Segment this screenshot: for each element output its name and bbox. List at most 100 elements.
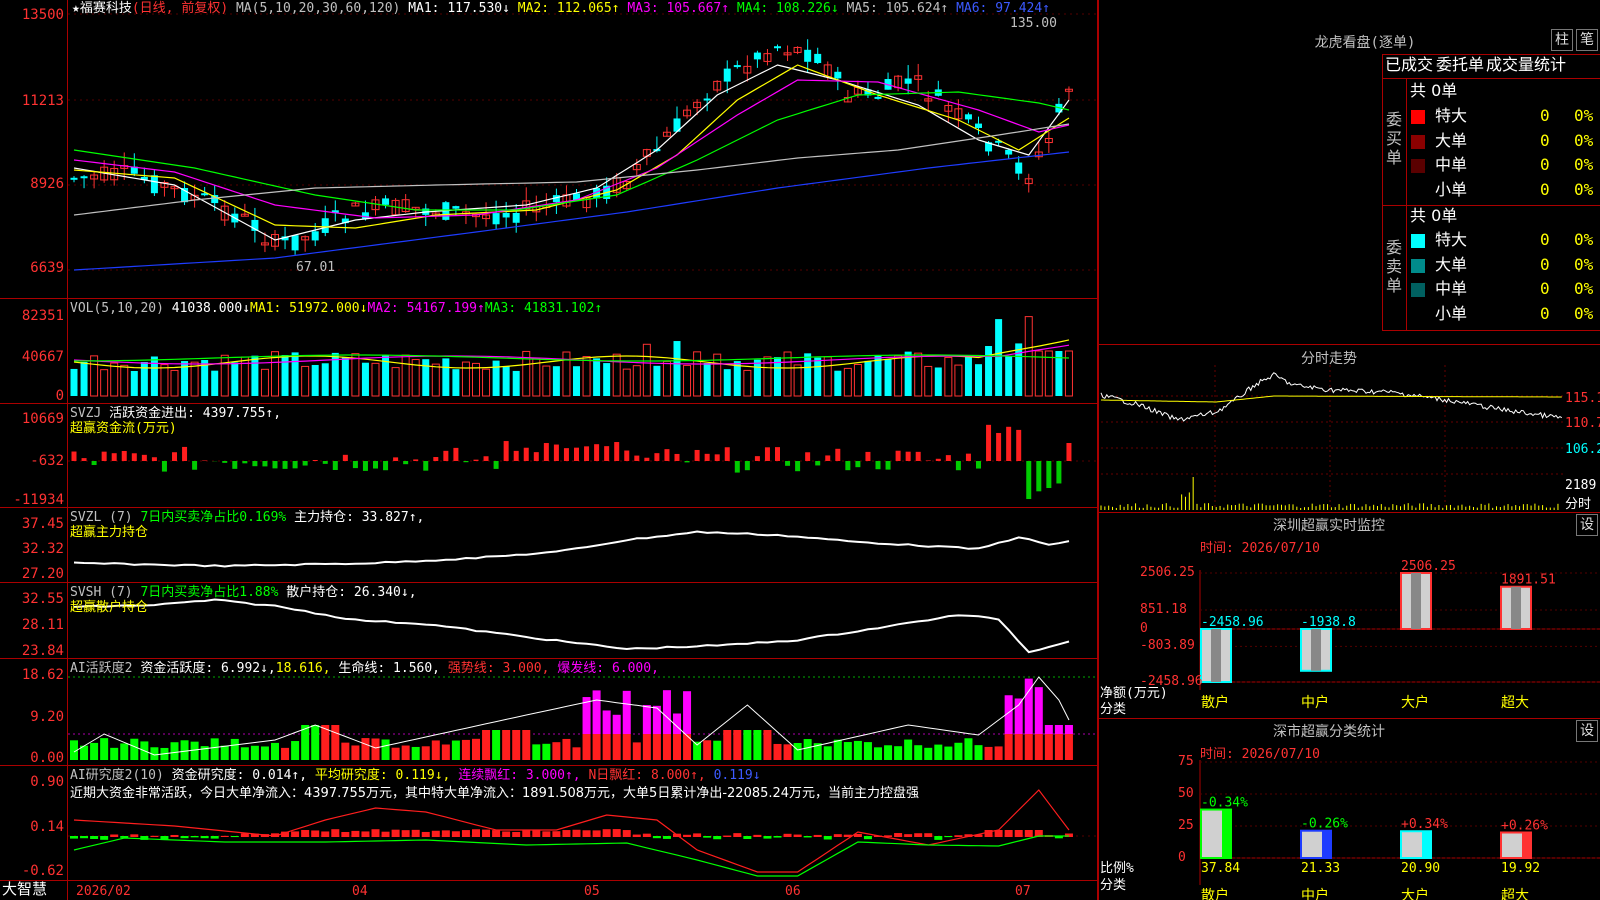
category-label: 超大 — [1501, 695, 1529, 711]
intraday-label: 110.7 — [1565, 416, 1600, 431]
activity-bar — [823, 746, 832, 760]
low-price-label: 67.01 — [296, 260, 336, 275]
intraday-label: 分时 — [1565, 497, 1592, 512]
ai2-summary: 近期大资金非常活跃，今日大单净流入：4397.755万元，其中特大单净流入：18… — [70, 786, 920, 801]
volume-bar — [341, 357, 349, 396]
activity-bar — [703, 740, 712, 760]
activity-bar — [974, 745, 983, 760]
svzl-title: SVZL (7) — [70, 510, 133, 525]
activity-bar — [1034, 687, 1043, 734]
order-percent: 0% — [1574, 303, 1594, 323]
category-label: 大户 — [1401, 695, 1429, 711]
color-swatch — [1411, 234, 1425, 248]
activity-bar — [421, 746, 430, 760]
activity-bar — [240, 747, 249, 760]
research-bar — [391, 829, 400, 837]
research-bar — [220, 835, 229, 837]
tab-orders[interactable]: 委托单 — [1436, 56, 1484, 74]
volume-bar — [985, 346, 993, 396]
activity-bar — [884, 745, 893, 760]
volume-bar — [542, 365, 551, 397]
y-label: 0.00 — [30, 750, 64, 766]
research-bar — [793, 834, 802, 837]
order-count: 0 — [1540, 155, 1550, 174]
main-holding-line — [73, 530, 1070, 568]
separator — [0, 765, 1098, 766]
order-percent: 0% — [1574, 130, 1594, 150]
research-bar — [1004, 830, 1013, 837]
research-bar — [602, 829, 611, 837]
fund-flow-bar — [895, 450, 901, 461]
color-swatch — [1411, 159, 1425, 173]
volume-bar — [301, 365, 310, 397]
activity-bar — [110, 747, 119, 760]
activity-bar — [291, 741, 300, 760]
activity-bar — [311, 725, 320, 760]
fund-flow-bar — [1016, 429, 1022, 461]
order-count: 0 — [1540, 303, 1550, 323]
fund-flow-bar — [614, 442, 620, 461]
volume-bar — [260, 368, 269, 397]
svsh-desc1: 7日内买卖净占比1.88% — [140, 585, 279, 600]
activity-bar — [673, 734, 681, 760]
volume-bar — [351, 353, 360, 397]
candle-body — [80, 176, 88, 179]
fund-flow-bar — [473, 459, 479, 461]
ma3-value: MA3: 105.667↑ — [627, 1, 730, 16]
order-percent: 0% — [1574, 279, 1594, 298]
monitor-y-label: 0 — [1140, 621, 1148, 636]
svzl-desc2: 主力持仓: 33.827↑, — [294, 510, 425, 525]
app-logo[interactable]: 大智慧 — [2, 882, 47, 897]
tick-mode-button[interactable]: 笔 — [1576, 29, 1598, 51]
activity-bar — [532, 744, 541, 760]
fund-flow-bar — [644, 457, 650, 461]
fund-flow-bar — [71, 451, 77, 461]
settings-button[interactable]: 设 — [1576, 514, 1598, 536]
activity-bar — [683, 691, 692, 734]
tab-traded[interactable]: 已成交 — [1385, 56, 1433, 74]
volume-bar — [391, 367, 400, 397]
stock-name[interactable]: 福赛科技 — [80, 1, 132, 16]
right-panel-divider — [1097, 0, 1099, 900]
research-bar — [361, 831, 370, 837]
sz-monitor-time: 时间: 2026/07/10 — [1200, 541, 1320, 556]
svzj-sub: 超赢资金流(万元) — [70, 421, 177, 436]
fund-flow-bar — [91, 461, 97, 466]
value-label: 1891.51 — [1501, 573, 1556, 588]
color-swatch — [1411, 183, 1425, 198]
period-mode[interactable]: (日线, 前复权) — [132, 1, 228, 16]
activity-bar — [401, 745, 410, 760]
activity-bar — [502, 730, 511, 760]
volume-bar — [502, 366, 510, 396]
research-bar — [100, 836, 109, 840]
bar-mode-button[interactable]: 柱 — [1551, 29, 1573, 51]
order-count: 0 — [1540, 106, 1550, 125]
category-label: 散户 — [1201, 695, 1229, 711]
research-bar — [492, 830, 501, 837]
separator — [0, 880, 1098, 881]
fund-flow-bar — [976, 461, 981, 469]
y-label: 9.20 — [30, 709, 64, 725]
fund-flow-bar — [292, 461, 298, 469]
color-swatch — [1411, 258, 1425, 273]
candle-body — [291, 235, 299, 251]
fund-flow-bar — [764, 447, 770, 461]
fund-flow-bar — [714, 454, 720, 461]
avg-research-line — [73, 835, 1069, 877]
fund-flow-bar — [513, 450, 519, 461]
research-bar — [683, 834, 692, 837]
tab-volume-stats[interactable]: 成交量统计 — [1486, 56, 1566, 74]
settings-button[interactable]: 设 — [1576, 720, 1598, 742]
volume-bar — [492, 360, 500, 396]
volume-bar — [512, 370, 520, 396]
activity-bar — [451, 740, 460, 760]
volume-bar — [482, 368, 491, 397]
candle-body — [753, 52, 761, 60]
ma6-value: MA6: 97.424↑ — [956, 1, 1050, 16]
activity-bar — [833, 739, 842, 760]
ma4-value: MA4: 108.226↓ — [736, 1, 839, 16]
fund-flow-bar — [503, 441, 509, 461]
research-bar — [914, 833, 923, 837]
research-bar — [1014, 830, 1023, 837]
ma-title: MA(5,10,20,30,60,120) — [235, 1, 401, 16]
